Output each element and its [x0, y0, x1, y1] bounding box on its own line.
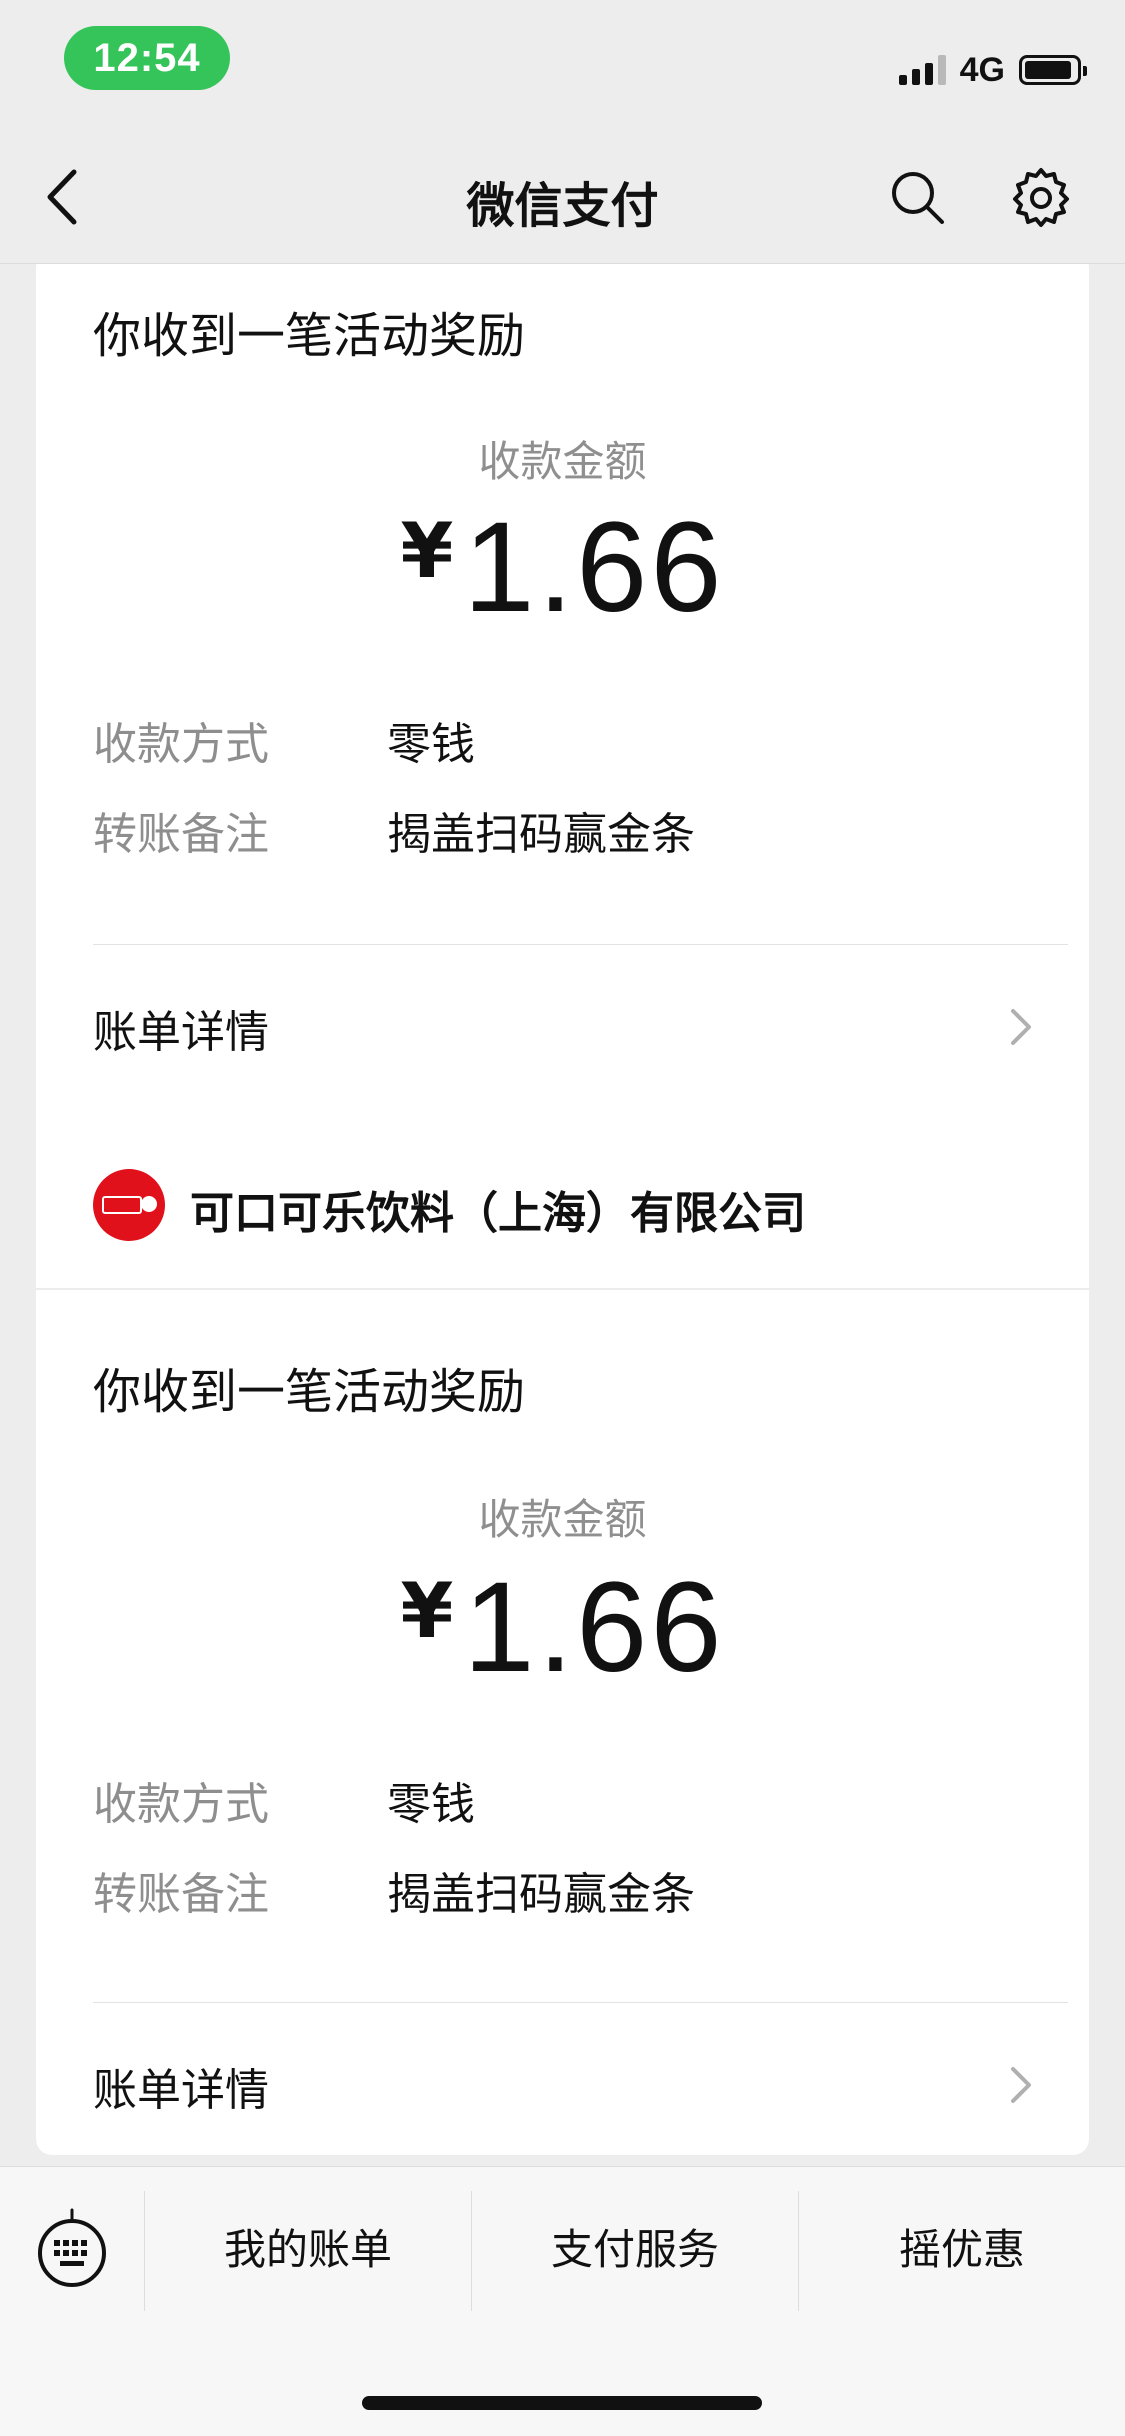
chevron-right-icon: [1011, 1009, 1031, 1045]
payment-method-row: 收款方式 零钱: [93, 708, 1033, 772]
battery-icon: [1019, 55, 1087, 85]
message-list[interactable]: 你收到一笔活动奖励 收款金额 ¥1.66 收款方式 零钱 转账备注 揭盖扫码赢金…: [0, 264, 1125, 2166]
menu-my-bills[interactable]: 我的账单: [145, 2195, 471, 2305]
card-divider: [93, 944, 1068, 945]
currency-symbol: ¥: [400, 506, 454, 595]
transfer-note-label: 转账备注: [93, 1869, 269, 1920]
merchant-name: 可口可乐饮料（上海）有限公司: [190, 1188, 806, 1239]
status-time: 12:54: [64, 26, 230, 90]
transfer-note-value: 揭盖扫码赢金条: [387, 809, 695, 860]
page-title: 微信支付: [466, 178, 659, 234]
status-indicators: 4G: [898, 48, 1087, 92]
amount-value: 1.66: [463, 1556, 725, 1699]
search-icon: [892, 172, 944, 224]
bill-detail-label: 账单详情: [93, 2065, 269, 2116]
keyboard-icon: [38, 2208, 106, 2287]
payment-method-label: 收款方式: [93, 719, 269, 770]
signal-icon: [898, 55, 946, 85]
home-indicator: [362, 2396, 762, 2410]
merchant-header[interactable]: 可口可乐饮料（上海）有限公司: [36, 1122, 1089, 1290]
activity-title: 你收到一笔活动奖励: [93, 1364, 526, 1420]
transfer-note-row: 转账备注 揭盖扫码赢金条: [93, 798, 1033, 862]
bill-detail-button[interactable]: 账单详情: [36, 2018, 1089, 2148]
transfer-note-label: 转账备注: [93, 809, 269, 860]
keyboard-button[interactable]: [32, 2207, 112, 2287]
payment-card[interactable]: 可口可乐饮料（上海）有限公司 你收到一笔活动奖励 收款金额 ¥1.66 收款方式…: [36, 1122, 1089, 2155]
activity-title: 你收到一笔活动奖励: [93, 308, 526, 364]
coca-cola-logo-icon: [93, 1169, 165, 1241]
amount: ¥1.66: [36, 1554, 1089, 1701]
amount-label: 收款金额: [478, 1495, 647, 1544]
amount-value: 1.66: [463, 496, 725, 639]
transfer-note-value: 揭盖扫码赢金条: [387, 1869, 695, 1920]
transfer-note-row: 转账备注 揭盖扫码赢金条: [93, 1858, 1033, 1922]
amount: ¥1.66: [36, 494, 1089, 641]
chevron-right-icon: [1011, 2067, 1031, 2103]
menu-payment-services[interactable]: 支付服务: [472, 2195, 798, 2305]
payment-method-row: 收款方式 零钱: [93, 1768, 1033, 1832]
bill-detail-label: 账单详情: [93, 1007, 269, 1058]
currency-symbol: ¥: [400, 1566, 454, 1655]
payment-method-value: 零钱: [387, 1779, 475, 1830]
payment-method-label: 收款方式: [93, 1779, 269, 1830]
bill-detail-button[interactable]: 账单详情: [36, 960, 1089, 1090]
navigation-bar: 微信支付: [0, 130, 1125, 264]
status-bar: 12:54 4G: [0, 0, 1125, 130]
payment-method-value: 零钱: [387, 719, 475, 770]
search-button[interactable]: [888, 168, 948, 228]
amount-label: 收款金额: [478, 437, 647, 486]
network-type: 4G: [959, 50, 1005, 89]
menu-shake-offers[interactable]: 摇优惠: [799, 2195, 1125, 2305]
settings-button[interactable]: [1008, 164, 1074, 230]
settings-icon: [1013, 168, 1069, 227]
card-divider: [93, 2002, 1068, 2003]
